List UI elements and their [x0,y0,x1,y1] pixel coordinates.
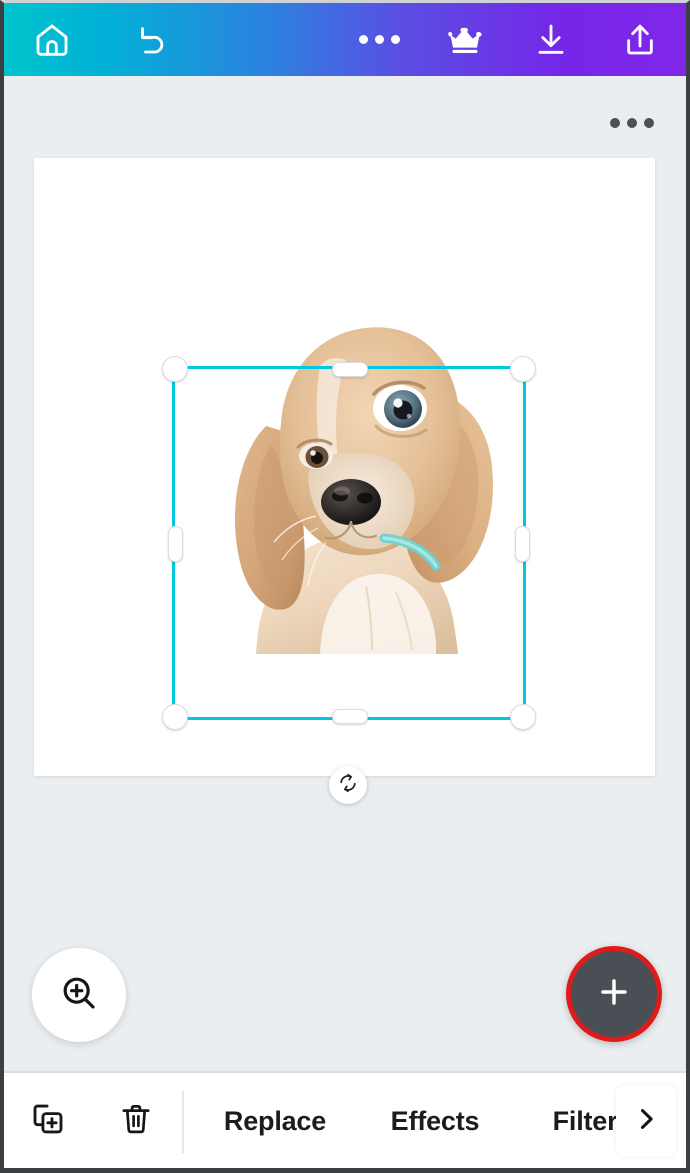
share-button[interactable] [594,3,686,76]
share-upload-icon [620,20,660,60]
resize-handle-top-left[interactable] [162,356,188,382]
crown-icon [445,20,485,60]
undo-icon [130,20,170,60]
toolbar-next-button[interactable] [616,1085,676,1157]
puppy-image [170,286,526,654]
add-element-button[interactable] [566,946,662,1042]
resize-handle-top-right[interactable] [510,356,536,382]
resize-handle-top-center[interactable] [332,362,368,377]
resize-handle-middle-right[interactable] [515,526,530,562]
editor-work-area [4,76,686,1071]
design-canvas[interactable] [34,158,655,776]
more-horizontal-icon [358,35,400,44]
resize-handle-middle-left[interactable] [168,526,183,562]
rotate-handle[interactable] [329,766,367,804]
rotate-icon [337,772,359,799]
photo-element[interactable] [170,286,526,654]
toolbar-divider [182,1090,184,1153]
pro-crown-button[interactable] [422,3,508,76]
resize-handle-bottom-center[interactable] [332,709,368,724]
replace-button[interactable]: Replace [190,1073,360,1168]
zoom-in-button[interactable] [32,948,126,1042]
download-icon [531,20,571,60]
download-button[interactable] [508,3,594,76]
effects-button[interactable]: Effects [360,1073,510,1168]
bottom-toolbar: Replace Effects Filter [4,1071,686,1168]
duplicate-icon [29,1100,67,1143]
home-icon [32,20,72,60]
undo-button[interactable] [100,3,200,76]
more-horizontal-icon [610,118,654,128]
delete-button[interactable] [92,1073,180,1168]
more-options-button[interactable] [336,3,422,76]
phone-screen: Replace Effects Filter [0,0,690,1173]
resize-handle-bottom-left[interactable] [162,704,188,730]
zoom-in-icon [59,973,99,1018]
chevron-right-icon [632,1105,660,1138]
trash-icon [118,1101,154,1142]
plus-icon [594,972,634,1017]
top-app-bar [4,3,686,76]
resize-handle-bottom-right[interactable] [510,704,536,730]
home-button[interactable] [4,3,100,76]
duplicate-button[interactable] [4,1073,92,1168]
page-options-button[interactable] [604,106,660,140]
